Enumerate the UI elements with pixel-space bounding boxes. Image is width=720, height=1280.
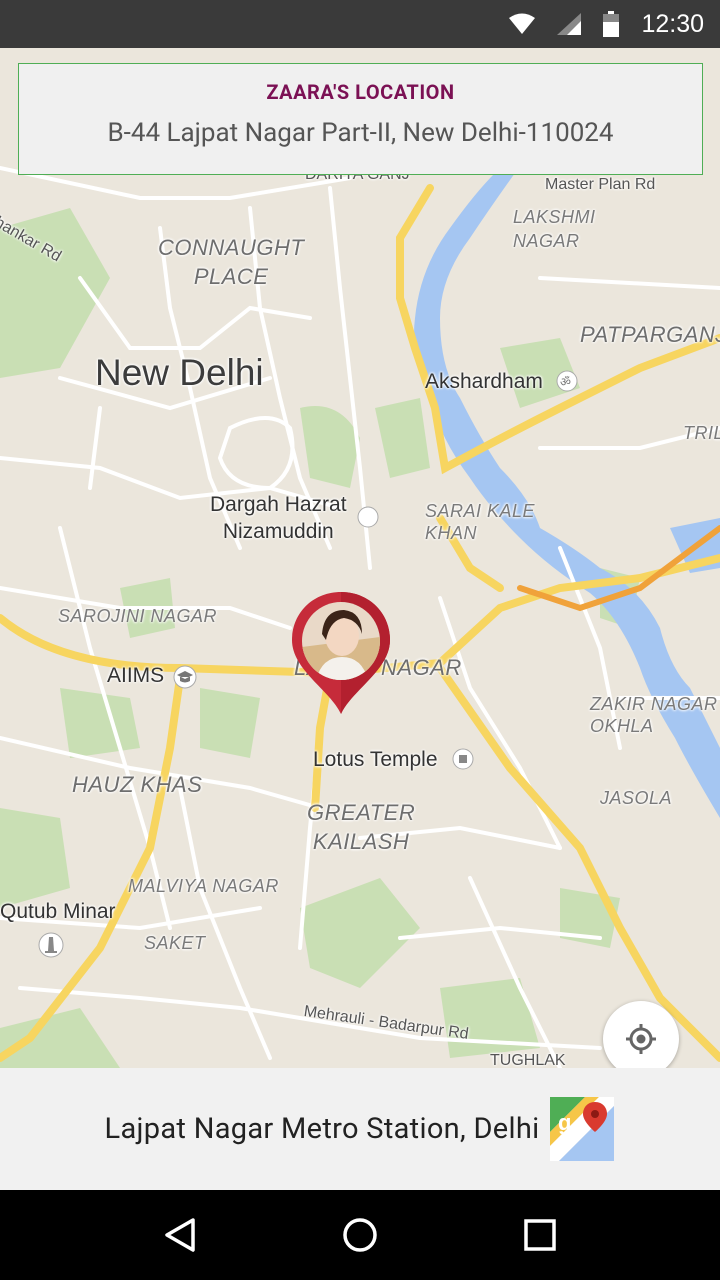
signal-icon	[557, 13, 582, 35]
crosshair-icon	[626, 1024, 656, 1054]
map-label-dargah-nizamuddin: Dargah Hazrat Nizamuddin	[210, 493, 347, 543]
map-label-malviya-nagar: MALVIYA NAGAR	[128, 876, 279, 896]
status-time: 12:30	[641, 9, 704, 38]
map-label-tughlak: TUGHLAK	[490, 1052, 566, 1068]
location-address: B-44 Lajpat Nagar Part-II, New Delhi-110…	[107, 118, 614, 148]
home-icon	[343, 1218, 377, 1252]
svg-text:g: g	[558, 1110, 571, 1135]
map-label-lakshmi-nagar: LAKSHMI NAGAR	[513, 207, 596, 251]
landmark-icon	[452, 748, 474, 770]
svg-text:ॐ: ॐ	[560, 375, 571, 389]
home-button[interactable]	[330, 1205, 390, 1265]
map-label-master-plan-rd: Master Plan Rd	[545, 176, 656, 193]
map-view[interactable]: DARIYA GANJ Master Plan Rd Chankar Rd CO…	[0, 48, 720, 1068]
my-location-button[interactable]	[603, 1001, 679, 1068]
map-label-sarojini-nagar: SAROJINI NAGAR	[58, 606, 218, 626]
map-label-sarai-kale-khan: SARAI KALE KHAN	[425, 501, 536, 543]
back-icon	[165, 1218, 195, 1252]
back-button[interactable]	[150, 1205, 210, 1265]
map-label-qutub-minar: Qutub Minar	[0, 900, 116, 923]
place-name: Lajpat Nagar Metro Station, Delhi	[104, 1112, 540, 1146]
monument-icon	[38, 932, 64, 958]
map-label-saket: SAKET	[144, 933, 206, 953]
location-title: ZAARA'S LOCATION	[266, 80, 455, 104]
battery-icon	[603, 11, 620, 37]
map-label-lotus-temple: Lotus Temple	[313, 748, 438, 771]
wifi-icon	[509, 13, 536, 34]
system-nav-bar	[0, 1190, 720, 1280]
map-label-zakir-nagar-okhla: ZAKIR NAGAR OKHLA	[590, 694, 718, 736]
mosque-icon	[357, 506, 379, 528]
temple-icon: ॐ	[556, 370, 578, 392]
map-label-hauz-khas: HAUZ KHAS	[72, 772, 203, 797]
recents-icon	[524, 1219, 556, 1251]
user-location-marker[interactable]	[290, 590, 392, 716]
map-label-aiims: AIIMS	[107, 664, 165, 687]
map-label-jasola: JASOLA	[600, 788, 673, 808]
map-label-trilok: TRILO	[683, 423, 720, 443]
location-card: ZAARA'S LOCATION B-44 Lajpat Nagar Part-…	[18, 63, 703, 175]
map-label-akshardham: Akshardham	[425, 370, 543, 393]
bottom-place-bar: Lajpat Nagar Metro Station, Delhi g	[0, 1068, 720, 1190]
map-label-connaught-place: CONNAUGHT PLACE	[158, 235, 305, 289]
status-bar: 12:30	[0, 0, 720, 48]
recents-button[interactable]	[510, 1205, 570, 1265]
map-label-new-delhi: New Delhi	[95, 352, 264, 393]
avatar	[302, 602, 380, 680]
map-label-patparganj: PATPARGANJ	[580, 322, 720, 347]
school-icon	[173, 665, 197, 689]
google-maps-icon[interactable]: g	[549, 1096, 615, 1162]
map-label-greater-kailash: GREATER KAILASH	[307, 800, 416, 854]
